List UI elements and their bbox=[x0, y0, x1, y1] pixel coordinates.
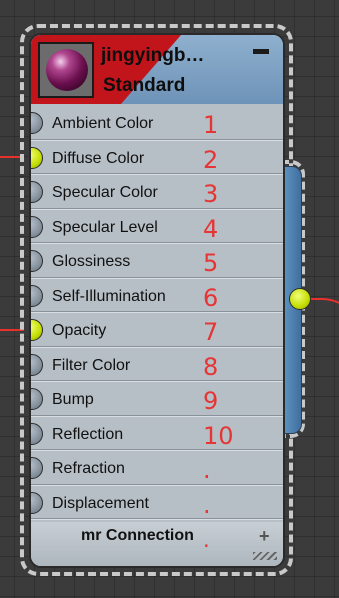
slot-row[interactable]: Specular Color 3 bbox=[31, 175, 283, 210]
slot-row[interactable]: Bump 9 bbox=[31, 382, 283, 417]
slot-label: Refraction bbox=[52, 460, 125, 477]
slot-label: Specular Color bbox=[52, 184, 158, 201]
slot-row[interactable]: Specular Level 4 bbox=[31, 210, 283, 244]
input-socket[interactable] bbox=[31, 388, 43, 410]
slot-annotation-number: 2 bbox=[203, 145, 219, 174]
node-type: Standard bbox=[103, 75, 186, 96]
slot-label: Self-Illumination bbox=[52, 287, 166, 305]
slot-label: Ambient Color bbox=[52, 115, 154, 132]
input-socket[interactable] bbox=[31, 215, 43, 238]
slot-label: Displacement bbox=[52, 494, 149, 512]
material-thumbnail bbox=[38, 42, 94, 98]
slot-annotation-number: . bbox=[203, 456, 211, 484]
minus-icon[interactable] bbox=[253, 49, 269, 54]
slot-row[interactable]: Self-Illumination 6 bbox=[31, 279, 283, 313]
slot-annotation-number: 7 bbox=[203, 318, 219, 346]
slot-annotation-number: 8 bbox=[203, 352, 219, 381]
input-socket[interactable] bbox=[31, 284, 43, 307]
slot-row[interactable]: Ambient Color 1 bbox=[31, 106, 283, 141]
output-socket[interactable] bbox=[289, 288, 311, 310]
slot-row[interactable]: Refraction. bbox=[31, 451, 283, 486]
slot-label: Reflection bbox=[52, 425, 124, 443]
slot-row[interactable]: Opacity 7 bbox=[31, 313, 283, 348]
slot-label: Glossiness bbox=[52, 253, 131, 270]
slot-row[interactable]: Displacement. bbox=[31, 486, 283, 520]
slot-row[interactable]: Filter Color 8 bbox=[31, 348, 283, 382]
resize-grip-icon[interactable] bbox=[253, 552, 277, 560]
input-socket[interactable] bbox=[31, 319, 43, 341]
slot-annotation-number: 10 bbox=[203, 421, 234, 450]
slot-list: Ambient Color 1 Diffuse Color 2 Specular Col… bbox=[31, 106, 283, 520]
slot-annotation-number: 9 bbox=[203, 387, 219, 415]
slot-label: Opacity bbox=[52, 322, 107, 339]
slot-label: Diffuse Color bbox=[52, 149, 145, 167]
footer-annotation-marker: . bbox=[203, 526, 210, 553]
output-wire bbox=[300, 298, 339, 380]
node-name: jingyingb… bbox=[101, 45, 205, 66]
slot-label: Bump bbox=[52, 391, 94, 408]
mr-connection-label: mr Connection bbox=[81, 527, 194, 544]
input-socket[interactable] bbox=[31, 353, 43, 376]
input-socket[interactable] bbox=[31, 491, 43, 514]
node-editor-canvas[interactable]: jingyingb… Standard Ambient Color 1 Diffus… bbox=[0, 0, 339, 598]
input-socket[interactable] bbox=[31, 112, 43, 134]
slot-annotation-number: . bbox=[203, 490, 211, 519]
material-sphere-icon bbox=[46, 49, 88, 91]
input-socket[interactable] bbox=[31, 181, 43, 203]
input-socket[interactable] bbox=[31, 457, 43, 479]
input-socket[interactable] bbox=[31, 422, 43, 445]
slot-annotation-number: 1 bbox=[203, 111, 219, 139]
slot-row[interactable]: Reflection 10 bbox=[31, 417, 283, 451]
slot-annotation-number: 4 bbox=[203, 214, 219, 243]
material-node[interactable]: jingyingb… Standard Ambient Color 1 Diffus… bbox=[29, 33, 285, 568]
plus-icon[interactable]: + bbox=[259, 526, 270, 547]
slot-annotation-number: 3 bbox=[203, 180, 219, 208]
slot-annotation-number: 5 bbox=[203, 249, 219, 277]
slot-label: Specular Level bbox=[52, 218, 158, 236]
slot-row[interactable]: Diffuse Color 2 bbox=[31, 141, 283, 175]
slot-annotation-number: 6 bbox=[203, 283, 219, 312]
node-footer[interactable]: mr Connection . + bbox=[31, 522, 283, 566]
node-header[interactable]: jingyingb… Standard bbox=[31, 35, 283, 104]
slot-label: Filter Color bbox=[52, 356, 131, 374]
input-socket[interactable] bbox=[31, 146, 43, 169]
input-socket[interactable] bbox=[31, 250, 43, 272]
slot-row[interactable]: Glossiness 5 bbox=[31, 244, 283, 279]
